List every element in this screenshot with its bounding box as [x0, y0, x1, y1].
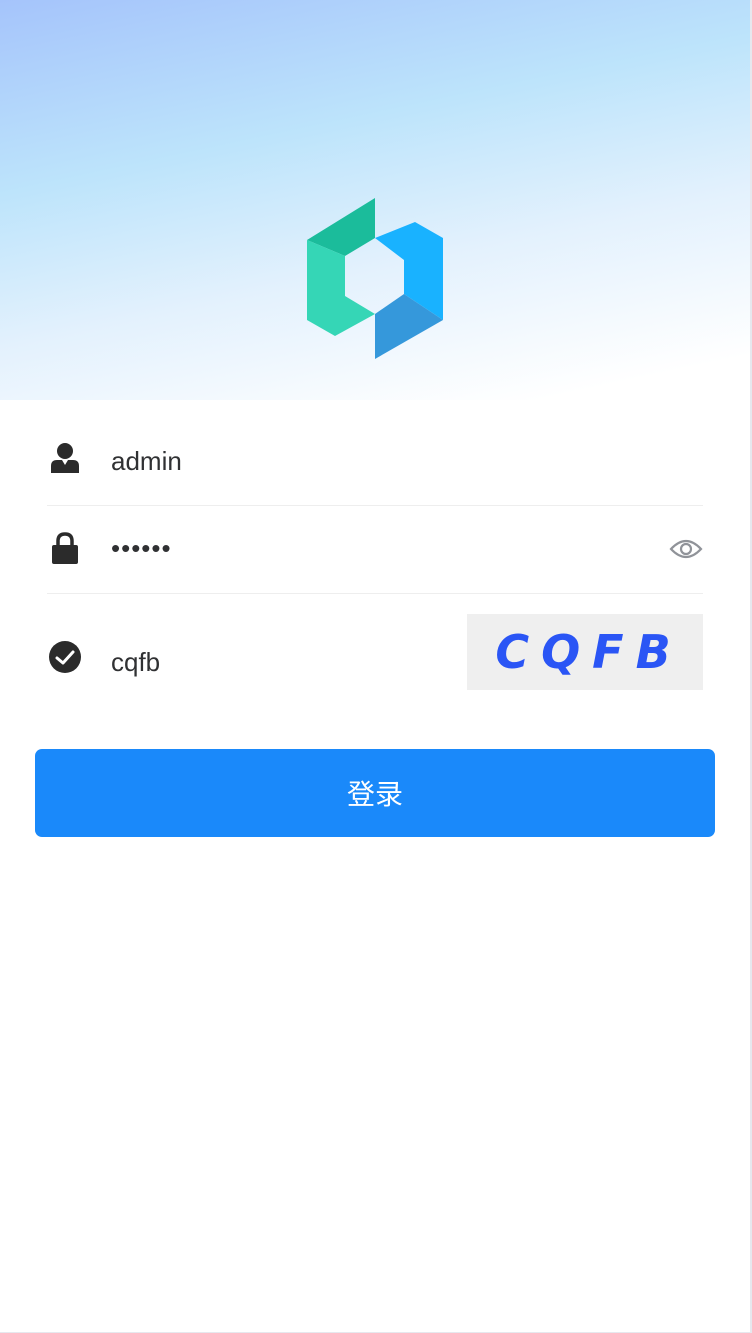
captcha-text: CQFB [495, 625, 683, 679]
captcha-image[interactable]: CQFB [467, 614, 703, 690]
captcha-row: CQFB [47, 594, 703, 712]
user-icon [47, 440, 83, 476]
lock-icon [47, 530, 83, 566]
eye-icon[interactable] [669, 535, 703, 563]
password-row [47, 506, 703, 594]
login-button[interactable]: 登录 [35, 749, 715, 837]
check-circle-icon [47, 639, 83, 675]
hexagon-logo-icon [307, 198, 443, 359]
captcha-field[interactable] [111, 642, 411, 682]
header-gradient [0, 0, 752, 400]
username-field[interactable] [111, 441, 451, 481]
username-row [47, 418, 703, 506]
password-field[interactable] [111, 528, 451, 568]
